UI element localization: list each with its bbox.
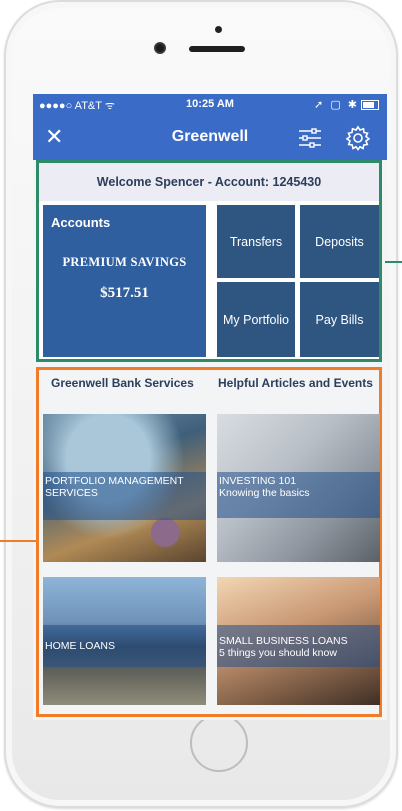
small-business-loans-label: SMALL BUSINESS LOANS 5 things you should… [217,625,380,667]
account-summary-panel: Welcome Spencer - Account: 1245430 Accou… [36,160,382,362]
my-portfolio-button[interactable]: My Portfolio [217,282,295,357]
pay-bills-button[interactable]: Pay Bills [300,282,379,357]
investing-101-subtitle: Knowing the basics [219,487,310,499]
portfolio-management-label: PORTFOLIO MANAGEMENT SERVICES [43,472,206,520]
articles-heading: Helpful Articles and Events [218,376,373,390]
battery-icon [361,100,379,111]
green-callout-line [385,261,402,263]
deposits-button[interactable]: Deposits [300,205,379,278]
nav-bar: ✕ Greenwell [33,116,387,160]
orange-callout-line [0,540,36,542]
status-icons-text: ➚ ▢ ✱ [314,99,359,111]
front-camera [154,42,166,54]
home-loans-label: HOME LOANS [43,625,206,667]
accounts-label: Accounts [51,215,111,230]
account-balance: $517.51 [100,285,149,301]
bank-services-heading: Greenwell Bank Services [51,376,194,390]
investing-101-title: INVESTING 101 [219,475,297,487]
accounts-card[interactable]: Accounts PREMIUM SAVINGS $517.51 [43,205,206,357]
status-bar: ●●●●○ AT&T ᯤ 10:25 AM ➚ ▢ ✱ [33,94,387,116]
small-business-loans-subtitle: 5 things you should know [219,647,337,659]
small-business-loans-card[interactable]: SMALL BUSINESS LOANS 5 things you should… [217,577,380,705]
account-type: PREMIUM SAVINGS [62,255,187,269]
gear-icon[interactable] [345,125,371,151]
status-icons: ➚ ▢ ✱ [314,98,379,111]
transfers-label: Transfers [229,234,283,249]
sliders-icon[interactable] [298,128,322,148]
earpiece-speaker [189,46,245,52]
portfolio-management-card[interactable]: PORTFOLIO MANAGEMENT SERVICES [43,414,206,562]
front-sensor [215,26,222,33]
app-screen: ●●●●○ AT&T ᯤ 10:25 AM ➚ ▢ ✱ ✕ Greenwell … [33,94,387,720]
services-articles-panel: Greenwell Bank Services Helpful Articles… [36,367,382,717]
deposits-label: Deposits [315,234,364,249]
home-button[interactable] [190,714,248,772]
small-business-loans-title: SMALL BUSINESS LOANS [219,635,348,647]
pay-bills-label: Pay Bills [315,312,364,327]
welcome-banner: Welcome Spencer - Account: 1245430 [39,163,379,201]
investing-101-card[interactable]: INVESTING 101 Knowing the basics [217,414,380,562]
app-title: Greenwell [171,128,249,145]
my-portfolio-label: My Portfolio [223,312,289,327]
home-loans-card[interactable]: HOME LOANS [43,577,206,705]
transfers-button[interactable]: Transfers [217,205,295,278]
investing-101-label: INVESTING 101 Knowing the basics [217,472,380,518]
